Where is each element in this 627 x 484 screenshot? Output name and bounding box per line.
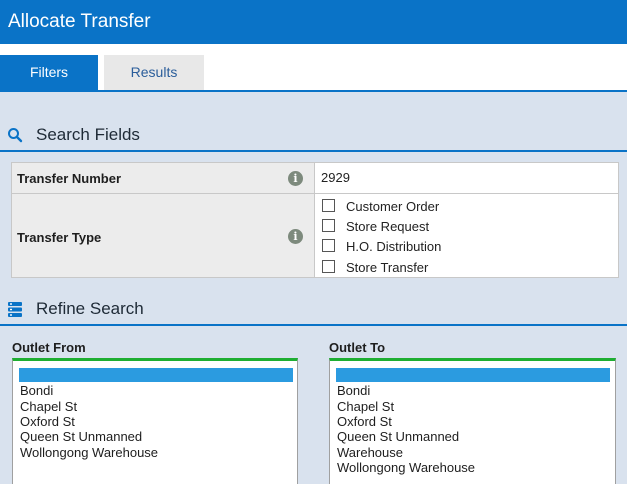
outlet-from-listbox[interactable]: Bondi Chapel St Oxford St Queen St Unman… [12, 358, 298, 484]
outlet-from-label: Outlet From [12, 340, 86, 355]
window-title: Allocate Transfer [8, 11, 151, 32]
list-item[interactable]: Bondi [337, 383, 370, 398]
list-item[interactable]: Queen St Unmanned [20, 429, 142, 444]
list-item[interactable]: Chapel St [337, 399, 394, 414]
list-item[interactable]: Warehouse [337, 445, 403, 460]
checkbox-box[interactable] [322, 239, 335, 252]
checkbox-label: Customer Order [346, 199, 440, 214]
transfer-number-field[interactable]: 2929 [315, 163, 618, 193]
transfer-type-row: Transfer Type i Customer Order Store Req… [12, 194, 618, 277]
search-icon [8, 128, 23, 143]
outlet-to-label: Outlet To [329, 340, 386, 355]
list-item[interactable]: Bondi [20, 383, 53, 398]
list-item[interactable]: Wollongong Warehouse [337, 460, 475, 475]
checkbox-box[interactable] [322, 199, 335, 212]
checkbox-box[interactable] [322, 219, 335, 232]
list-item[interactable]: Oxford St [20, 414, 75, 429]
list-item[interactable]: Chapel St [20, 399, 77, 414]
title-bar: Allocate Transfer [0, 0, 627, 44]
transfer-type-options: Customer Order Store Request H.O. Distri… [315, 194, 618, 277]
transfer-number-label: Transfer Number [17, 171, 122, 186]
search-fields-table: Transfer Number i 2929 Transfer Type i C… [11, 162, 619, 278]
search-fields-header[interactable]: Search Fields [0, 118, 627, 152]
tab-filters[interactable]: Filters [0, 55, 98, 90]
refine-search-heading: Refine Search [36, 299, 144, 318]
checkbox-label: Store Transfer [346, 260, 429, 275]
tab-results[interactable]: Results [104, 55, 204, 90]
info-icon[interactable]: i [288, 171, 303, 186]
checkbox-box[interactable] [322, 260, 335, 273]
transfer-type-label: Transfer Type [17, 230, 102, 245]
search-fields-heading: Search Fields [36, 125, 140, 144]
stack-icon [8, 302, 22, 317]
transfer-number-label-cell: Transfer Number i [12, 163, 315, 193]
list-item-selected-blank[interactable] [336, 368, 610, 382]
refine-search-header[interactable]: Refine Search [0, 292, 627, 326]
tab-bar: Filters Results [0, 44, 627, 92]
transfer-type-label-cell: Transfer Type i [12, 194, 315, 277]
transfer-number-row: Transfer Number i 2929 [12, 163, 618, 194]
list-item-selected-blank[interactable] [19, 368, 293, 382]
transfer-number-value: 2929 [321, 170, 350, 185]
checkbox-label: H.O. Distribution [346, 239, 442, 254]
outlet-to-listbox[interactable]: Bondi Chapel St Oxford St Queen St Unman… [329, 358, 616, 484]
checkbox-label: Store Request [346, 219, 430, 234]
info-icon[interactable]: i [288, 229, 303, 244]
list-item[interactable]: Oxford St [337, 414, 392, 429]
list-item[interactable]: Wollongong Warehouse [20, 445, 158, 460]
list-item[interactable]: Queen St Unmanned [337, 429, 459, 444]
